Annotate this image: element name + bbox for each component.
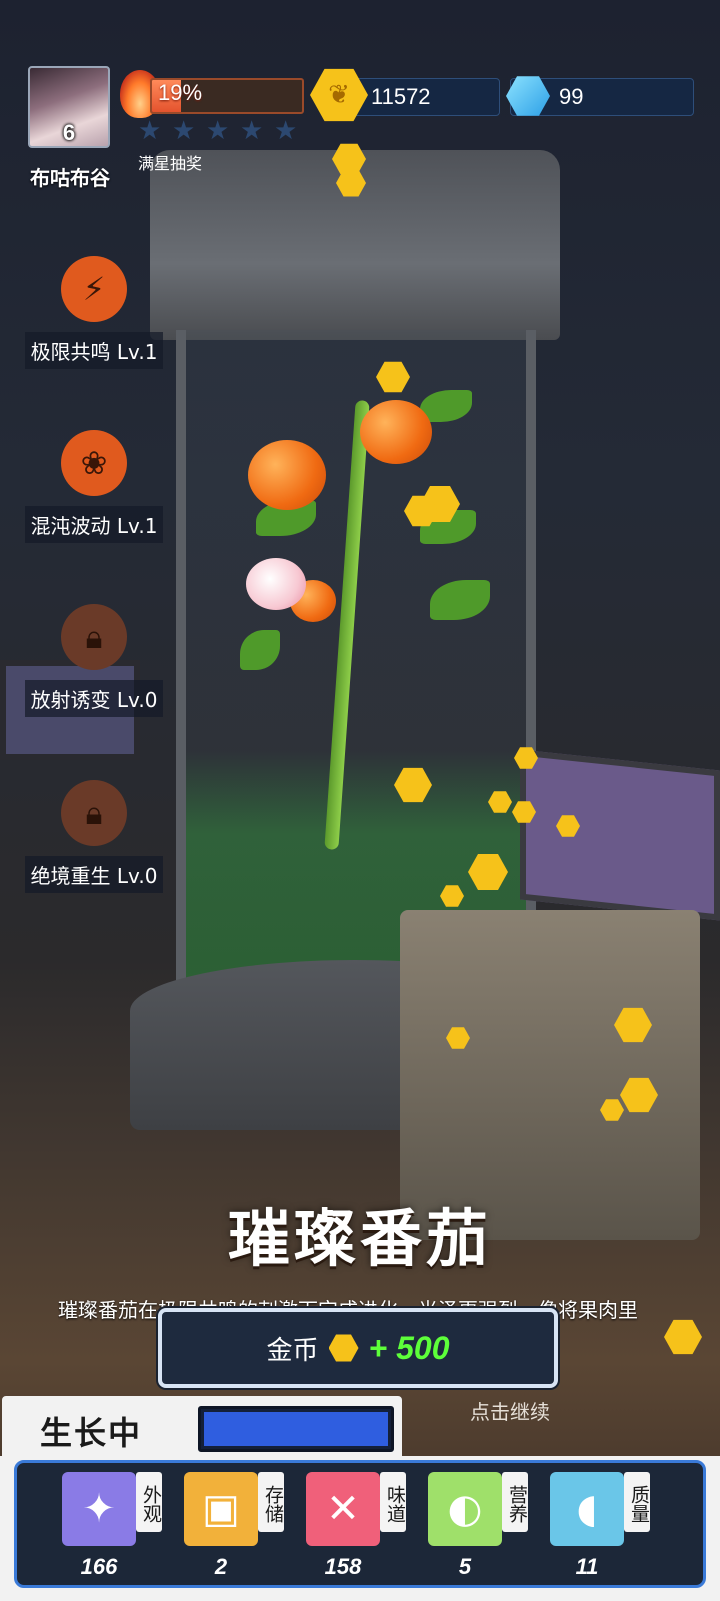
skill-label: 混沌波动 Lv.1 bbox=[24, 506, 164, 543]
chaos-wave-icon: ❀ bbox=[61, 430, 127, 496]
shiny-tomato-fruit bbox=[246, 558, 306, 610]
stat-value: 166 bbox=[80, 1554, 118, 1579]
plant-name-title: 璀璨番茄 bbox=[227, 1202, 492, 1275]
reward-banner: 金币 + 500 bbox=[158, 1308, 558, 1388]
growth-bar bbox=[198, 1406, 394, 1452]
growth-status-label: 生长中 bbox=[40, 1414, 143, 1452]
lock-icon: 🔒︎ bbox=[61, 604, 127, 670]
tomato-fruit bbox=[248, 440, 326, 510]
fork-knife-icon: ✕ bbox=[306, 1472, 380, 1546]
stat-value: 158 bbox=[324, 1554, 362, 1579]
lock-icon: 🔒︎ bbox=[61, 780, 127, 846]
tap-to-continue[interactable]: 点击继续 bbox=[470, 1396, 550, 1425]
coin-icon bbox=[328, 1334, 359, 1362]
stat-value: 11 bbox=[575, 1554, 599, 1579]
stat-value: 2 bbox=[214, 1554, 228, 1579]
stat-value: 5 bbox=[458, 1554, 472, 1579]
growth-bar-fill bbox=[204, 1412, 388, 1446]
skill-radiation-mutation[interactable]: 🔒︎ 放射诱变 Lv.0 bbox=[14, 604, 174, 717]
box-icon: ▣ bbox=[184, 1472, 258, 1546]
gem-amount: 99 bbox=[559, 84, 584, 109]
tomato-fruit bbox=[360, 400, 432, 464]
lime-icon: ◐ bbox=[428, 1472, 502, 1546]
stat-quality[interactable]: ◖ 质量 11 bbox=[550, 1472, 660, 1582]
skill-chaos-wave[interactable]: ❀ 混沌波动 Lv.1 bbox=[14, 430, 174, 543]
reward-label: 金币 bbox=[266, 1335, 319, 1366]
skill-desperate-rebirth[interactable]: 🔒︎ 绝境重生 Lv.0 bbox=[14, 780, 174, 893]
muscle-icon: ◖ bbox=[550, 1472, 624, 1546]
stat-tag: 营养 bbox=[502, 1472, 528, 1532]
right-monitor bbox=[520, 749, 720, 921]
stat-tag: 存储 bbox=[258, 1472, 284, 1532]
progress-percent: 19% bbox=[158, 80, 203, 105]
stat-nutrition[interactable]: ◐ 营养 5 bbox=[428, 1472, 538, 1582]
star-icon: ★ bbox=[138, 116, 162, 146]
player-name: 布咕布谷 bbox=[30, 166, 110, 190]
star-icon: ★ bbox=[172, 116, 196, 146]
stat-tag: 外观 bbox=[136, 1472, 162, 1532]
skill-resonance[interactable]: ⚡ 极限共鸣 Lv.1 bbox=[14, 256, 174, 369]
full-star-lottery-label[interactable]: 满星抽奖 bbox=[138, 150, 202, 174]
coin-amount: 11572 bbox=[371, 84, 431, 109]
reward-amount: + 500 bbox=[368, 1329, 450, 1366]
game-scene[interactable]: 6 布咕布谷 19% ★ ★ ★ ★ ★ 满星抽奖 11572 ❦ 99 ⚡ 极限共鸣 … bbox=[0, 0, 720, 1601]
skill-label: 极限共鸣 Lv.1 bbox=[24, 332, 164, 369]
star-progress[interactable]: 19% bbox=[120, 70, 304, 118]
star-icon: ★ bbox=[240, 116, 264, 146]
sparkle-icon: ✦ bbox=[62, 1472, 136, 1546]
stat-tag: 味道 bbox=[380, 1472, 406, 1532]
stat-tag: 质量 bbox=[624, 1472, 650, 1532]
player-level: 6 bbox=[62, 120, 76, 145]
stat-storage[interactable]: ▣ 存储 2 bbox=[184, 1472, 294, 1582]
star-icon: ★ bbox=[274, 116, 298, 146]
star-icon: ★ bbox=[206, 116, 230, 146]
resonance-icon: ⚡ bbox=[61, 256, 127, 322]
stat-taste[interactable]: ✕ 味道 158 bbox=[306, 1472, 416, 1582]
star-row: ★ ★ ★ ★ ★ bbox=[138, 118, 304, 144]
stat-appearance[interactable]: ✦ 外观 166 bbox=[62, 1472, 172, 1582]
skill-label: 放射诱变 Lv.0 bbox=[24, 680, 164, 717]
skill-label: 绝境重生 Lv.0 bbox=[24, 856, 164, 893]
